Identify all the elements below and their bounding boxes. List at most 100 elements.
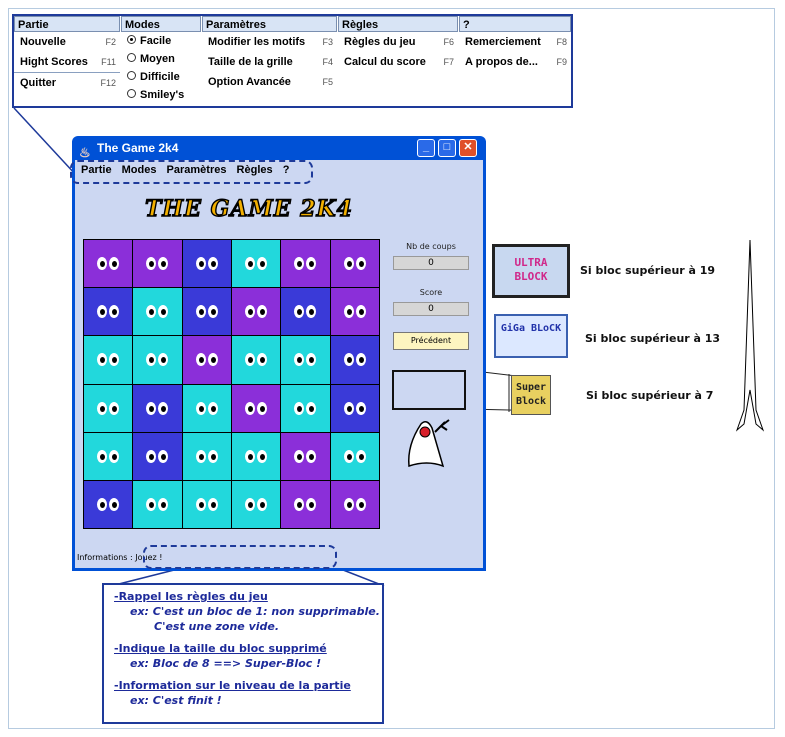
grid-cell[interactable] [231,240,281,288]
menu-column-modes: Modes Facile Moyen Difficile Smiley's [121,16,201,104]
grid-cell[interactable] [84,240,133,288]
grid-cell[interactable] [231,480,281,528]
menu-item-taille-grille[interactable]: Taille de la grille F4 [202,52,337,72]
score-label: Score [419,288,443,297]
grid-cell[interactable] [330,384,379,432]
eyes-icon [97,449,120,463]
note-heading-taille: -Indique la taille du bloc supprimé [114,642,327,655]
menu-item-facile[interactable]: Facile [121,32,201,50]
menu-title-help[interactable]: ? [459,16,571,32]
menu-title-regles[interactable]: Règles [338,16,458,32]
shortcut-key: F4 [322,57,333,67]
grid-cell[interactable] [281,432,330,480]
window-title: The Game 2k4 [97,141,179,155]
grid-cell[interactable] [133,336,182,384]
grid-cell[interactable] [330,240,379,288]
grid-cell[interactable] [84,336,133,384]
giga-block-image: GiGa BLoCK [494,314,568,358]
menu-item-smileys[interactable]: Smiley's [121,86,201,104]
eyes-icon [97,497,120,511]
menu-title-modes[interactable]: Modes [121,16,201,32]
eyes-icon [343,497,366,511]
menu-title-parametres[interactable]: Paramètres [202,16,337,32]
note-heading-regles: -Rappel les règles du jeu [114,590,268,603]
grid-cell[interactable] [133,288,182,336]
menu-item-hight-scores[interactable]: Hight Scores F11 [14,52,120,72]
shortcut-key: F7 [443,57,454,67]
menu-column-help: ? Remerciement F8 A propos de... F9 [459,16,571,72]
precedent-button[interactable]: Précédent [393,332,469,350]
grid-cell[interactable] [84,384,133,432]
grid-cell[interactable] [182,288,231,336]
info-label: Informations : [77,553,133,562]
menu-item-remerciement[interactable]: Remerciement F8 [459,32,571,52]
eyes-icon [245,305,268,319]
grid-cell[interactable] [281,384,330,432]
menu-item-option-avancee[interactable]: Option Avancée F5 [202,72,337,92]
grid-cell[interactable] [182,432,231,480]
grid-cell[interactable] [133,240,182,288]
score-value: 0 [393,302,469,316]
menu-item-modifier-motifs[interactable]: Modifier les motifs F3 [202,32,337,52]
eyes-icon [343,257,366,271]
window-titlebar[interactable]: ♨ The Game 2k4 _ □ ✕ [75,136,483,160]
maximize-button[interactable]: □ [438,139,456,157]
eyes-icon [245,401,268,415]
grid-cell[interactable] [84,288,133,336]
menu-item-a-propos[interactable]: A propos de... F9 [459,52,571,72]
menu-item-moyen[interactable]: Moyen [121,50,201,68]
grid-cell[interactable] [330,480,379,528]
eyes-icon [294,305,317,319]
grid-cell[interactable] [330,432,379,480]
close-button[interactable]: ✕ [459,139,477,157]
grid-cell[interactable] [182,240,231,288]
menu-reference-strip: Partie Nouvelle F2 Hight Scores F11 Quitte… [12,14,573,108]
shortcut-key: F8 [556,37,567,47]
menu-item-nouvelle[interactable]: Nouvelle F2 [14,32,120,52]
radio-icon [127,89,136,98]
menu-item-regles-du-jeu[interactable]: Règles du jeu F6 [338,32,458,52]
eyes-icon [245,257,268,271]
grid-cell[interactable] [281,288,330,336]
grid-cell[interactable] [281,480,330,528]
grid-cell[interactable] [231,288,281,336]
grid-cell[interactable] [133,432,182,480]
grid-cell[interactable] [133,384,182,432]
grid-cell[interactable] [84,480,133,528]
grid-cell[interactable] [133,480,182,528]
grid-cell[interactable] [330,288,379,336]
grid-cell[interactable] [182,336,231,384]
menu-item-quitter[interactable]: Quitter F12 [14,72,120,93]
eyes-icon [195,497,218,511]
note-example: C'est une zone vide. [154,620,280,633]
eyes-icon [146,449,169,463]
eyes-icon [97,257,120,271]
grid-cell[interactable] [231,384,281,432]
grid-cell[interactable] [182,384,231,432]
menu-title-partie[interactable]: Partie [14,16,120,32]
grid-cell[interactable] [281,336,330,384]
minimize-button[interactable]: _ [417,139,435,157]
grid-cell[interactable] [281,240,330,288]
shortcut-key: F9 [556,57,567,67]
grid-cell[interactable] [330,336,379,384]
eyes-icon [195,449,218,463]
eyes-icon [195,305,218,319]
shortcut-key: F11 [101,57,116,67]
grid-cell[interactable] [182,480,231,528]
eyes-icon [294,449,317,463]
game-logo: THE GAME 2K4 [144,195,353,222]
menu-item-calcul-score[interactable]: Calcul du score F7 [338,52,458,72]
menu-column-parametres: Paramètres Modifier les motifs F3 Taille … [202,16,337,92]
super-block-image: Super Block [511,375,551,415]
eyes-icon [195,401,218,415]
grid-cell[interactable] [84,432,133,480]
radio-selected-icon [127,35,136,44]
shortcut-key: F12 [100,78,116,88]
shortcut-key: F6 [443,37,454,47]
menu-item-difficile[interactable]: Difficile [121,68,201,86]
eyes-icon [97,353,120,367]
grid-cell[interactable] [231,336,281,384]
radio-icon [127,71,136,80]
grid-cell[interactable] [231,432,281,480]
